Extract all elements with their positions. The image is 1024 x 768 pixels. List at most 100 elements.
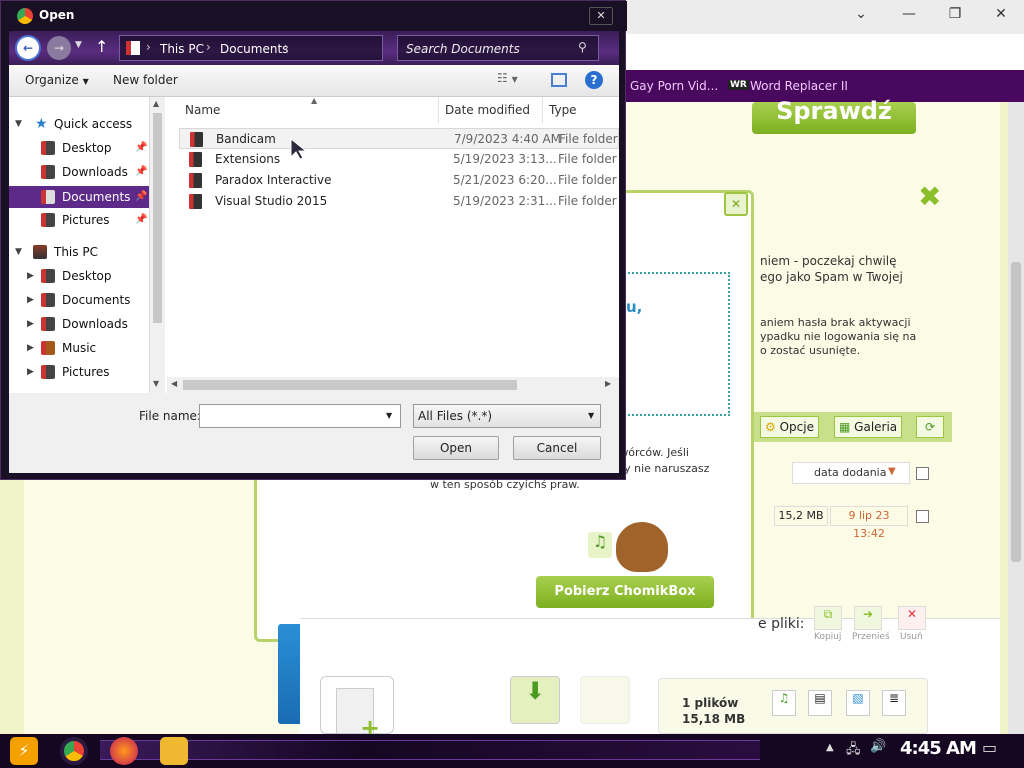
move-icon[interactable]: ➜: [854, 606, 882, 630]
expand-icon[interactable]: ▼: [15, 113, 22, 135]
delete-icon[interactable]: ✕: [898, 606, 926, 630]
nav-quick-documents[interactable]: Documents 📌: [9, 186, 149, 208]
new-folder-button[interactable]: New folder: [113, 73, 178, 87]
nav-pc-pictures[interactable]: ▶ Pictures: [9, 361, 149, 383]
file-date: 5/19/2023 3:13...: [453, 152, 557, 166]
refresh-icon[interactable]: ⟳: [916, 416, 944, 438]
notifications-icon[interactable]: ▭: [982, 738, 997, 757]
chevron-up-icon[interactable]: ▲: [826, 742, 834, 753]
file-row[interactable]: Extensions 5/19/2023 3:13... File folder: [179, 149, 619, 170]
address-bar[interactable]: › This PC › Documents ›: [119, 35, 383, 61]
page-scrollbar[interactable]: [1008, 102, 1024, 734]
scroll-thumb[interactable]: [153, 113, 162, 323]
music-icon[interactable]: ♫: [772, 690, 796, 716]
scroll-up-icon[interactable]: ▲: [153, 99, 159, 108]
download-arrow-icon: ↓: [546, 532, 560, 551]
breadcrumb-item[interactable]: Documents: [220, 42, 288, 56]
file-checkbox[interactable]: [916, 510, 929, 523]
column-type[interactable]: Type: [543, 97, 619, 123]
chevron-right-icon[interactable]: ▶: [27, 361, 34, 383]
file-name-input[interactable]: ▼: [199, 404, 401, 428]
galeria-button[interactable]: ▦ Galeria: [834, 416, 903, 438]
nav-pc-downloads[interactable]: ▶ Downloads: [9, 313, 149, 335]
chevron-down-icon[interactable]: ▼: [588, 411, 594, 420]
image-icon[interactable]: ▧: [846, 690, 870, 716]
opcje-button[interactable]: ⚙ Opcje: [760, 416, 819, 438]
close-icon[interactable]: ✖: [918, 180, 941, 213]
nav-quick-downloads[interactable]: Downloads 📌: [9, 161, 149, 183]
search-input[interactable]: Search Documents ⚲: [397, 35, 599, 61]
volume-icon[interactable]: 🔊: [870, 739, 886, 754]
close-button[interactable]: ✕: [589, 7, 613, 25]
download-chomikbox-button[interactable]: Pobierz ChomikBox: [536, 576, 714, 608]
nav-pc-desktop[interactable]: ▶ Desktop: [9, 265, 149, 287]
column-name[interactable]: Name ▲: [179, 96, 439, 123]
start-icon[interactable]: ⚡: [10, 737, 38, 765]
column-date[interactable]: Date modified: [439, 97, 543, 123]
cancel-button[interactable]: Cancel: [513, 436, 601, 460]
file-row[interactable]: Visual Studio 2015 5/19/2023 2:31... Fil…: [179, 191, 619, 212]
select-all-checkbox[interactable]: [916, 467, 929, 480]
sprawdz-button[interactable]: Sprawdź: [752, 99, 916, 134]
firefox-taskbar-icon[interactable]: [110, 737, 138, 765]
chevron-right-icon[interactable]: ▶: [27, 289, 34, 311]
windows-icon: [674, 530, 724, 580]
bookmark-item[interactable]: Word Replacer II: [750, 79, 848, 93]
chevron-down-icon[interactable]: ⌄: [846, 6, 876, 22]
open-button[interactable]: Open: [413, 436, 499, 460]
chevron-right-icon[interactable]: ▶: [27, 313, 34, 335]
close-button[interactable]: ✕: [986, 6, 1016, 22]
close-icon[interactable]: ✕: [724, 192, 748, 216]
scroll-right-icon[interactable]: ▶: [605, 379, 611, 388]
nav-quick-access[interactable]: ▼ ★ Quick access: [9, 113, 149, 135]
nav-quick-pictures[interactable]: Pictures 📌: [9, 209, 149, 231]
scroll-down-icon[interactable]: ▼: [153, 379, 159, 388]
search-icon[interactable]: ⚲: [578, 40, 587, 54]
nav-pc-documents[interactable]: ▶ Documents: [9, 289, 149, 311]
notice-line: niem - poczekaj chwilę: [760, 254, 897, 268]
bookmark-item[interactable]: Gay Porn Vid...: [630, 79, 718, 93]
nav-scrollbar[interactable]: ▲ ▼: [149, 97, 165, 393]
chevron-right-icon[interactable]: ▶: [27, 337, 34, 359]
file-explorer-taskbar-icon[interactable]: [160, 737, 188, 765]
minimize-button[interactable]: —: [894, 6, 924, 22]
organize-menu[interactable]: Organize ▼: [25, 73, 89, 87]
nav-quick-desktop[interactable]: Desktop 📌: [9, 137, 149, 159]
clock[interactable]: 4:45 AM: [900, 738, 977, 759]
horizontal-scrollbar[interactable]: ◀ ▶: [167, 377, 619, 393]
forward-arrow-icon[interactable]: →: [47, 36, 71, 60]
chevron-down-icon[interactable]: ▼: [75, 40, 82, 50]
dialog-titlebar: Open ✕: [1, 1, 627, 31]
back-arrow-icon[interactable]: ←: [15, 35, 41, 61]
help-icon[interactable]: ?: [585, 71, 603, 89]
expand-icon[interactable]: ▼: [15, 241, 22, 263]
file-type-select[interactable]: All Files (*.*) ▼: [413, 404, 601, 428]
move-label: Przenieś: [852, 632, 890, 642]
pin-icon: 📌: [135, 214, 148, 225]
chevron-down-icon[interactable]: ▼: [386, 411, 392, 420]
view-options-icon[interactable]: ☷ ▼: [497, 71, 518, 85]
preview-pane-icon[interactable]: [551, 73, 567, 87]
folder-download-icon[interactable]: ⬇: [510, 676, 560, 724]
nav-this-pc[interactable]: ▼ This PC: [9, 241, 149, 263]
chrome-taskbar-icon[interactable]: [60, 737, 88, 765]
drop-zone[interactable]: [620, 272, 730, 416]
file-row[interactable]: Bandicam 7/9/2023 4:40 AM File folder: [179, 128, 619, 149]
scroll-left-icon[interactable]: ◀: [171, 379, 177, 388]
scroll-thumb[interactable]: [183, 380, 517, 390]
chevron-right-icon[interactable]: ▶: [27, 265, 34, 287]
file-row[interactable]: Paradox Interactive 5/21/2023 6:20... Fi…: [179, 170, 619, 191]
network-icon[interactable]: 🖧: [846, 740, 861, 762]
file-type: File folder: [558, 194, 617, 208]
up-arrow-icon[interactable]: ↑: [95, 37, 108, 56]
copy-label: Kopiuj: [814, 632, 842, 642]
taskbar-decoration: [100, 740, 760, 760]
breadcrumb-item[interactable]: This PC: [160, 42, 204, 56]
scroll-thumb[interactable]: [1011, 262, 1021, 562]
maximize-button[interactable]: ❐: [940, 6, 970, 22]
nav-pc-music[interactable]: ▶ Music: [9, 337, 149, 359]
video-icon[interactable]: ▤: [808, 690, 832, 716]
copy-icon[interactable]: ⧉: [814, 606, 842, 630]
folder-icon: [41, 365, 55, 379]
document-icon[interactable]: ≣: [882, 690, 906, 716]
